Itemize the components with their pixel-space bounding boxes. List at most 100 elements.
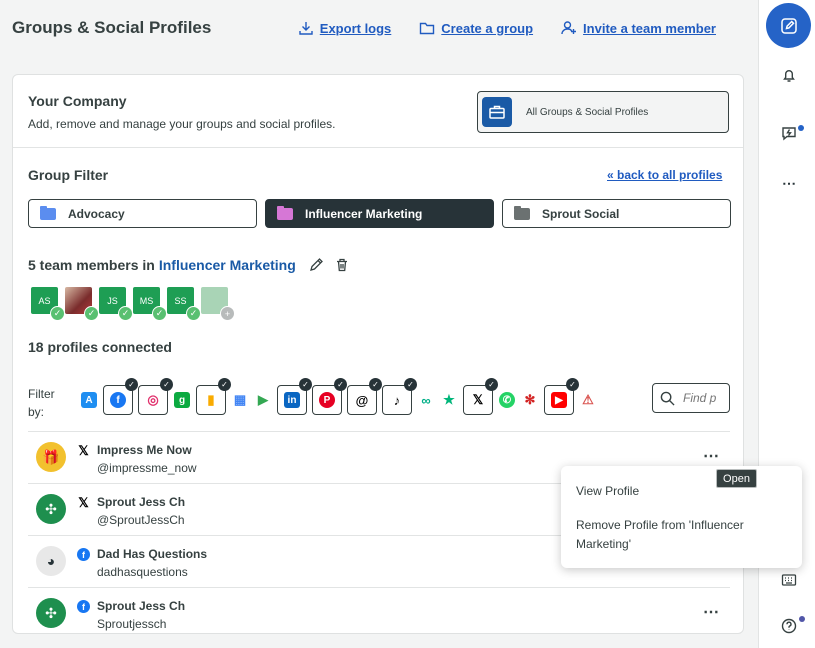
gift-avatar: 🎁 [36, 442, 66, 472]
folder-icon [420, 22, 435, 35]
compose-button[interactable] [766, 3, 811, 48]
filter-alert[interactable]: ⚠ [579, 385, 597, 415]
filter-facebook[interactable]: f ✓ [103, 378, 138, 415]
activity-feed-icon[interactable] [780, 124, 798, 142]
profile-network: f [77, 600, 90, 613]
team-member-avatar[interactable]: JS ✓ [99, 287, 133, 321]
profile-network: f [77, 548, 90, 561]
whatsapp-icon: ✆ [499, 392, 515, 408]
more-options-icon[interactable]: ⋯ [703, 446, 720, 466]
team-title: 5 team members in Influencer Marketing [28, 257, 350, 273]
tiktok-icon: ♪ [393, 392, 401, 408]
search-input[interactable] [683, 391, 727, 405]
instagram-icon: ◎ [147, 392, 159, 407]
filter-youtube[interactable]: ▶ ✓ [544, 378, 579, 415]
sprout-avatar: ✣ [36, 494, 66, 524]
remove-profile-menu-item[interactable]: Remove Profile from 'Influencer Marketin… [576, 516, 776, 554]
profile-name: Sprout Jess Ch [97, 495, 186, 509]
glassdoor-icon: g [174, 392, 190, 408]
check-icon: ✓ [84, 306, 99, 321]
filter-yelp[interactable]: ✻ [521, 385, 539, 415]
trash-icon[interactable] [334, 257, 350, 273]
profile-network: 𝕏 [77, 443, 90, 458]
check-icon: ✓ [50, 306, 65, 321]
x-icon: 𝕏 [472, 392, 484, 407]
team-member-avatar[interactable]: SS ✓ [167, 287, 201, 321]
add-member-avatar[interactable]: + [201, 287, 235, 321]
company-section: Your Company Add, remove and manage your… [28, 93, 336, 131]
page-title: Groups & Social Profiles [12, 18, 212, 37]
facebook-icon: f [77, 600, 90, 613]
filter-tripadvisor[interactable]: ∞ [417, 385, 435, 415]
filter-pinterest[interactable]: P ✓ [312, 378, 347, 415]
profile-row[interactable]: ✣ f Sprout Jess Ch Sproutjessch ⋯ [28, 587, 730, 633]
app-store-icon: A [81, 392, 97, 408]
help-notification-dot [799, 616, 805, 622]
filter-google-analytics[interactable]: ▮ ✓ [196, 378, 231, 415]
more-options-icon[interactable]: ⋯ [703, 602, 720, 622]
profiles-count: 18 profiles connected [28, 339, 172, 355]
folder-icon [514, 205, 530, 220]
filter-instagram[interactable]: ◎ ✓ [138, 378, 173, 415]
bell-icon[interactable] [780, 66, 798, 84]
filter-google-play[interactable]: ▶ [254, 385, 272, 415]
filter-trustpilot[interactable]: ★ [440, 385, 458, 415]
network-filter: Filter by: Af ✓ ◎ ✓ g ▮ ✓ ▦ ▶ in ✓ P ✓ @ ✓ ♪ ✓ ∞ ★ 𝕏 ✓ ✆ ✻ ▶ ✓ ⚠ [28, 378, 730, 419]
group-label: Influencer Marketing [305, 206, 423, 221]
check-icon: ✓ [152, 306, 167, 321]
x-icon: 𝕏 [78, 494, 89, 510]
facebook-icon: f [110, 392, 126, 408]
group-label: Sprout Social [542, 206, 620, 221]
export-logs-label: Export logs [319, 20, 392, 36]
facebook-icon: f [77, 548, 90, 561]
all-groups-label: All Groups & Social Profiles [526, 106, 649, 118]
head-avatar: ◕ [36, 546, 66, 576]
check-icon: ✓ [299, 378, 312, 391]
page-header: Groups & Social Profiles Export logs Cre… [12, 18, 738, 40]
profile-search[interactable] [652, 383, 730, 413]
filter-tiktok[interactable]: ♪ ✓ [382, 378, 417, 415]
more-options-icon[interactable]: ⋯ [780, 174, 798, 192]
team-member-avatar[interactable]: ✓ [65, 287, 99, 321]
filter-google-business[interactable]: ▦ [231, 385, 249, 415]
group-button-0[interactable]: Advocacy [28, 199, 257, 228]
help-icon[interactable] [780, 617, 798, 635]
company-title: Your Company [28, 93, 127, 109]
team-group-name: Influencer Marketing [158, 257, 296, 273]
filter-glassdoor[interactable]: g [173, 385, 191, 415]
create-group-link[interactable]: Create a group [419, 20, 533, 36]
divider [13, 147, 743, 148]
company-description: Add, remove and manage your groups and s… [28, 117, 336, 131]
check-icon: ✓ [125, 378, 138, 391]
filter-x[interactable]: 𝕏 ✓ [463, 378, 498, 415]
filter-linkedin[interactable]: in ✓ [277, 378, 312, 415]
network-filter-icons: Af ✓ ◎ ✓ g ▮ ✓ ▦ ▶ in ✓ P ✓ @ ✓ ♪ ✓ ∞ ★ 𝕏 ✓ ✆ ✻ ▶ ✓ ⚠ [80, 378, 597, 415]
check-icon: ✓ [186, 306, 201, 321]
keyboard-icon[interactable] [780, 571, 798, 589]
all-groups-button[interactable]: All Groups & Social Profiles [477, 91, 729, 133]
team-member-avatar[interactable]: MS ✓ [133, 287, 167, 321]
open-tooltip: Open [716, 469, 757, 488]
profile-network: 𝕏 [77, 494, 90, 510]
filter-whatsapp[interactable]: ✆ [498, 385, 516, 415]
check-icon: ✓ [404, 378, 417, 391]
edit-pencil-icon[interactable] [308, 257, 324, 273]
back-to-all-profiles-link[interactable]: « back to all profiles [607, 168, 722, 182]
team-member-avatar[interactable]: AS ✓ [31, 287, 65, 321]
check-icon: ✓ [369, 378, 382, 391]
filter-label: Filter by: [28, 387, 55, 419]
export-logs-link[interactable]: Export logs [298, 20, 392, 36]
filter-app-store[interactable]: A [80, 385, 98, 415]
add-user-icon [561, 21, 577, 35]
invite-member-label: Invite a team member [583, 20, 716, 36]
view-profile-menu-item[interactable]: View Profile [576, 482, 639, 501]
profile-name: Dad Has Questions [97, 547, 208, 561]
profile-actions-menu: View Profile Remove Profile from 'Influe… [561, 466, 802, 568]
group-button-1[interactable]: Influencer Marketing [265, 199, 494, 228]
invite-member-link[interactable]: Invite a team member [561, 20, 716, 36]
avatar-initials: AS [38, 295, 51, 306]
group-button-2[interactable]: Sprout Social [502, 199, 731, 228]
trustpilot-icon: ★ [443, 392, 455, 407]
youtube-icon: ▶ [551, 392, 567, 408]
filter-threads[interactable]: @ ✓ [347, 378, 382, 415]
